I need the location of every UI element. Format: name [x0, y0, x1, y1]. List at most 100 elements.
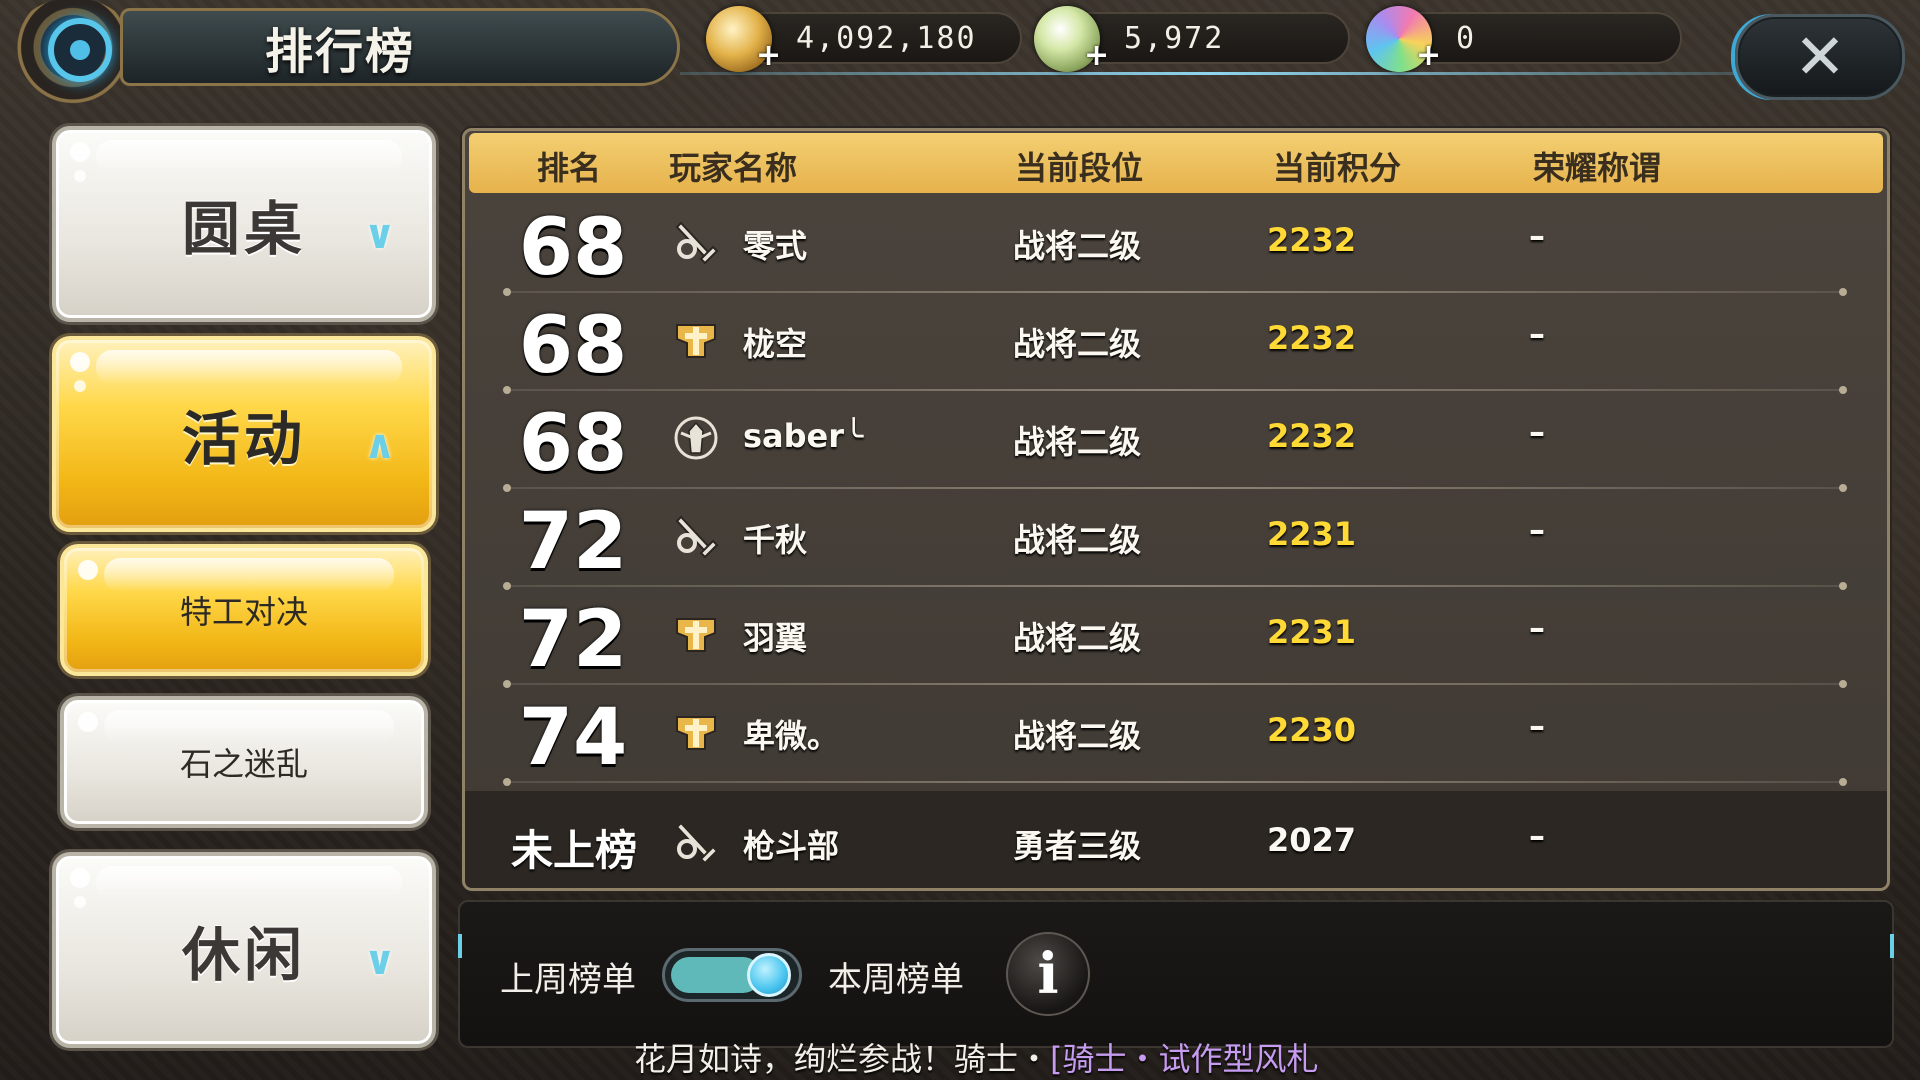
- player-tier: 战将二级: [1013, 325, 1142, 363]
- table-row[interactable]: 72 羽翼 战将二级 2231 –: [503, 587, 1847, 688]
- button-gloss: [104, 558, 394, 592]
- chevron-up-icon: ∧: [363, 422, 396, 468]
- bar-accent: [1890, 934, 1894, 958]
- currency-gem[interactable]: + 0: [1366, 6, 1682, 73]
- player-tier: 战将二级: [1013, 619, 1142, 657]
- button-highlight: [70, 868, 90, 888]
- own-honor-title: –: [1529, 817, 1545, 855]
- table-row[interactable]: 68 saber╰ 战将二级 2232 –: [503, 391, 1847, 492]
- player-tier: 战将二级: [1013, 423, 1142, 461]
- table-header: 排名 玩家名称 当前段位 当前积分 荣耀称谓: [469, 133, 1883, 193]
- last-week-label[interactable]: 上周榜单: [500, 952, 636, 1001]
- sword-class-icon: [675, 221, 719, 265]
- ticker-highlight: [骑士・试作型风札: [1050, 1040, 1319, 1078]
- currency-crystal[interactable]: + 5,972: [1034, 6, 1350, 73]
- this-week-label[interactable]: 本周榜单: [828, 952, 964, 1001]
- sidebar-item-events[interactable]: 活动 ∧: [52, 336, 436, 532]
- chevron-down-icon: ∨: [363, 938, 396, 984]
- button-gloss: [104, 710, 394, 744]
- button-highlight: [70, 142, 90, 162]
- chevron-down-icon: ∨: [363, 212, 396, 258]
- currency-gold[interactable]: + 4,092,180: [706, 6, 1022, 73]
- rank-number: 68: [518, 301, 628, 391]
- sword-class-icon: [675, 821, 719, 865]
- player-score: 2230: [1267, 711, 1357, 749]
- top-bar: 排行榜 + 4,092,180 + 5,972 + 0 ✕: [0, 0, 1920, 110]
- week-toggle[interactable]: [662, 948, 802, 1002]
- sidebar-subitem-stone-maze[interactable]: 石之迷乱: [60, 696, 428, 828]
- rank-number: 72: [518, 595, 628, 685]
- button-highlight: [78, 712, 98, 732]
- knight-class-icon: [674, 416, 718, 460]
- sidebar-subitem-agent-duel[interactable]: 特工对决: [60, 544, 428, 676]
- info-button[interactable]: i: [1006, 932, 1090, 1016]
- player-name: 卑微。: [743, 717, 840, 755]
- player-honor-title: –: [1529, 609, 1545, 647]
- sidebar-item-label: 活动: [181, 405, 306, 473]
- rank-number: 68: [518, 203, 628, 293]
- row-divider: [503, 778, 1847, 786]
- close-icon: ✕: [1794, 20, 1846, 93]
- column-header-player: 玩家名称: [669, 149, 798, 187]
- rank-number: 72: [518, 497, 628, 587]
- sidebar-item-label: 圆桌: [181, 195, 306, 263]
- button-highlight: [78, 560, 98, 580]
- player-honor-title: –: [1529, 217, 1545, 255]
- shield-class-icon: [676, 716, 716, 750]
- add-gem-icon[interactable]: +: [1416, 38, 1441, 73]
- player-score: 2231: [1267, 613, 1357, 651]
- player-honor-title: –: [1529, 707, 1545, 745]
- bar-accent: [458, 934, 462, 958]
- title-plate: 排行榜: [120, 8, 680, 86]
- shield-class-icon: [676, 324, 716, 358]
- column-header-rank: 排名: [537, 149, 602, 187]
- rank-number: 68: [518, 399, 628, 489]
- sidebar-subitem-label: 特工对决: [179, 593, 308, 631]
- player-tier: 战将二级: [1013, 521, 1142, 559]
- toggle-knob[interactable]: [747, 953, 791, 997]
- close-button[interactable]: ✕: [1735, 14, 1905, 100]
- ranking-panel: 排名 玩家名称 当前段位 当前积分 荣耀称谓 68 零式 战将二级 2232 –…: [462, 128, 1890, 891]
- button-gloss: [96, 140, 402, 174]
- player-honor-title: –: [1529, 511, 1545, 549]
- table-row[interactable]: 72 千秋 战将二级 2231 –: [503, 489, 1847, 590]
- gold-amount: 4,092,180: [796, 21, 977, 56]
- week-switch-bar: 上周榜单 本周榜单 i: [458, 900, 1894, 1048]
- announcement-ticker: 花月如诗，绚烂参战！骑士・[骑士・试作型风札: [634, 1034, 1319, 1080]
- crystal-amount: 5,972: [1124, 21, 1225, 56]
- sidebar-subitem-label: 石之迷乱: [179, 745, 308, 783]
- add-crystal-icon[interactable]: +: [1084, 38, 1109, 73]
- player-honor-title: –: [1529, 315, 1545, 353]
- ranking-emblem-icon: [8, 0, 138, 108]
- column-header-score: 当前积分: [1273, 149, 1402, 187]
- player-name: 零式: [743, 227, 808, 265]
- sidebar-item-label: 休闲: [181, 921, 306, 989]
- button-highlight: [74, 896, 86, 908]
- top-bar-divider: [680, 72, 1740, 75]
- sidebar-item-round-table[interactable]: 圆桌 ∨: [52, 126, 436, 322]
- gem-amount: 0: [1456, 21, 1477, 56]
- button-highlight: [74, 380, 86, 392]
- own-rank-status: 未上榜: [510, 826, 637, 875]
- player-score: 2231: [1267, 515, 1357, 553]
- button-highlight: [74, 170, 86, 182]
- table-row[interactable]: 68 栊空 战将二级 2232 –: [503, 293, 1847, 394]
- ticker-text: 花月如诗，绚烂参战！骑士・: [634, 1040, 1051, 1078]
- page-title: 排行榜: [264, 24, 415, 80]
- emblem-core: [70, 40, 90, 60]
- player-name: saber╰: [743, 417, 864, 455]
- table-row[interactable]: 74 卑微。 战将二级 2230 –: [503, 685, 1847, 786]
- player-name: 千秋: [743, 521, 808, 559]
- add-gold-icon[interactable]: +: [756, 38, 781, 73]
- sidebar-item-casual[interactable]: 休闲 ∨: [52, 852, 436, 1048]
- column-header-title: 荣耀称谓: [1533, 149, 1662, 187]
- own-rank-row: 未上榜 枪斗部 勇者三级 2027 –: [465, 791, 1887, 888]
- table-row[interactable]: 68 零式 战将二级 2232 –: [503, 195, 1847, 296]
- own-player-score: 2027: [1267, 821, 1357, 859]
- sword-class-icon: [675, 515, 719, 559]
- button-highlight: [70, 352, 90, 372]
- player-tier: 战将二级: [1013, 227, 1142, 265]
- shield-class-icon: [676, 618, 716, 652]
- player-score: 2232: [1267, 221, 1357, 259]
- own-player-tier: 勇者三级: [1013, 827, 1142, 865]
